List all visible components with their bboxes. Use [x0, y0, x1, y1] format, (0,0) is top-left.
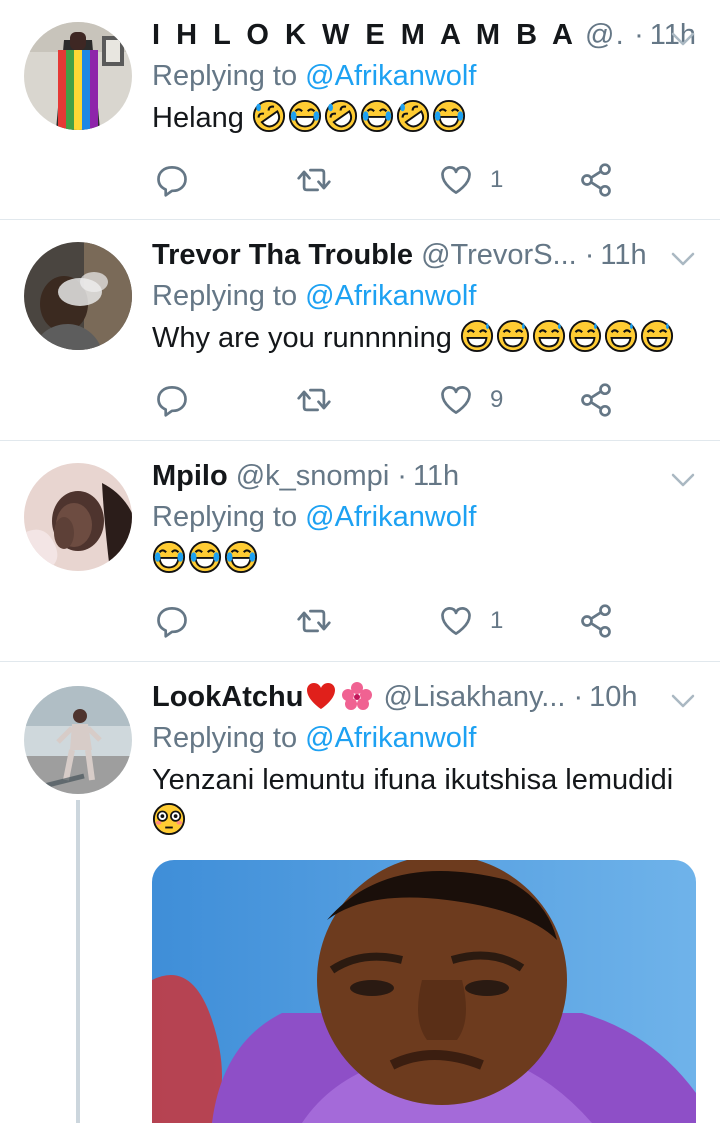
separator-dot: ·	[397, 460, 407, 492]
tweet-text-content: Why are you runnnning	[152, 322, 452, 354]
retweet-button[interactable]	[296, 603, 332, 639]
timestamp[interactable]: 11h	[600, 234, 646, 276]
reply-button[interactable]	[154, 162, 190, 198]
tweet-text: Helang	[152, 96, 696, 140]
avatar[interactable]	[24, 242, 132, 350]
mention-link[interactable]: @Afrikanwolf	[305, 722, 476, 754]
reply-icon	[154, 382, 190, 418]
name-emojis	[305, 681, 373, 711]
emoji-row	[252, 99, 466, 133]
hibiscus-emoji	[342, 682, 373, 710]
reply-icon	[154, 162, 190, 198]
reply-button[interactable]	[154, 603, 190, 639]
tweet-media-image[interactable]	[152, 860, 696, 1123]
chevron-down-icon[interactable]	[670, 692, 696, 710]
red-heart-emoji	[307, 683, 336, 709]
separator-dot: ·	[634, 19, 644, 51]
sweat-smile-emoji	[496, 319, 530, 353]
joy-emoji	[188, 540, 222, 574]
heart-icon	[438, 382, 474, 418]
joy-emoji	[152, 540, 186, 574]
joy-emoji	[224, 540, 258, 574]
avatar[interactable]	[24, 463, 132, 571]
sweat-smile-emoji	[604, 319, 638, 353]
replying-to: Replying to @Afrikanwolf	[152, 718, 696, 758]
joy-emoji	[432, 99, 466, 133]
avatar[interactable]	[24, 686, 132, 794]
share-button[interactable]	[578, 603, 614, 639]
emoji-row	[152, 540, 258, 574]
user-handle[interactable]: @Sir_...	[585, 14, 626, 56]
replying-to-label: Replying to	[152, 280, 298, 312]
rofl-emoji	[252, 99, 286, 133]
replying-to-label: Replying to	[152, 60, 298, 92]
tweet-text	[152, 537, 696, 581]
replying-to: Replying to @Afrikanwolf	[152, 276, 696, 316]
chevron-down-icon[interactable]	[670, 30, 696, 48]
user-handle[interactable]: @Lisakhany...	[383, 676, 565, 718]
replying-to-label: Replying to	[152, 501, 298, 533]
display-name[interactable]: I H L O K W E M A M B A	[152, 14, 577, 56]
share-button[interactable]	[578, 382, 614, 418]
sweat-smile-emoji	[532, 319, 566, 353]
mention-link[interactable]: @Afrikanwolf	[305, 60, 476, 92]
retweet-button[interactable]	[296, 162, 332, 198]
separator-dot: ·	[573, 681, 584, 713]
like-button[interactable]: 1	[438, 162, 503, 198]
reply-button[interactable]	[154, 382, 190, 418]
emoji-row	[152, 802, 696, 846]
heart-icon	[438, 603, 474, 639]
display-name[interactable]: Mpilo	[152, 455, 228, 497]
user-handle[interactable]: @TrevorS...	[421, 234, 577, 276]
share-icon	[578, 382, 614, 418]
mention-link[interactable]: @Afrikanwolf	[305, 280, 476, 312]
tweet-text: Why are you runnnning	[152, 316, 696, 360]
like-count: 9	[490, 386, 504, 413]
tweet[interactable]: Trevor Tha Trouble @TrevorS... · 11h Rep…	[0, 220, 720, 441]
tweet-text-content: Yenzani lemuntu ifuna ikutshisa lemudidi	[152, 764, 674, 796]
thread-line	[76, 800, 80, 1123]
joy-emoji	[360, 99, 394, 133]
retweet-button[interactable]	[296, 382, 332, 418]
share-icon	[578, 162, 614, 198]
timestamp[interactable]: 11h	[413, 455, 459, 497]
display-name[interactable]: LookAtchu	[152, 676, 303, 718]
retweet-icon	[296, 162, 332, 198]
tweet[interactable]: Mpilo @k_snompi · 11h Replying to @Afrik…	[0, 441, 720, 662]
rofl-emoji	[396, 99, 430, 133]
replying-to: Replying to @Afrikanwolf	[152, 56, 696, 96]
display-name[interactable]: Trevor Tha Trouble	[152, 234, 413, 276]
retweet-icon	[296, 603, 332, 639]
sweat-smile-emoji	[460, 319, 494, 353]
tweet-text-content: Helang	[152, 102, 244, 134]
share-icon	[578, 603, 614, 639]
separator-dot: ·	[584, 239, 595, 271]
reply-icon	[154, 603, 190, 639]
tweet-text: Yenzani lemuntu ifuna ikutshisa lemudidi	[152, 758, 696, 802]
tweet[interactable]: I H L O K W E M A M B A @Sir_... · 11h R…	[0, 0, 720, 220]
chevron-down-icon[interactable]	[670, 471, 696, 489]
retweet-icon	[296, 382, 332, 418]
sweat-smile-emoji	[640, 319, 674, 353]
replying-to-label: Replying to	[152, 722, 298, 754]
avatar[interactable]	[24, 22, 132, 130]
chevron-down-icon[interactable]	[670, 250, 696, 268]
mention-link[interactable]: @Afrikanwolf	[305, 501, 476, 533]
flushed-emoji	[152, 802, 186, 836]
like-button[interactable]: 9	[438, 382, 503, 418]
like-count: 1	[490, 607, 504, 634]
rofl-emoji	[324, 99, 358, 133]
share-button[interactable]	[578, 162, 614, 198]
user-handle[interactable]: @k_snompi	[236, 455, 390, 497]
like-count: 1	[490, 166, 504, 193]
replying-to: Replying to @Afrikanwolf	[152, 497, 696, 537]
timestamp[interactable]: 10h	[589, 676, 637, 718]
heart-icon	[438, 162, 474, 198]
like-button[interactable]: 1	[438, 603, 503, 639]
joy-emoji	[288, 99, 322, 133]
sweat-smile-emoji	[568, 319, 602, 353]
emoji-row	[460, 319, 674, 353]
